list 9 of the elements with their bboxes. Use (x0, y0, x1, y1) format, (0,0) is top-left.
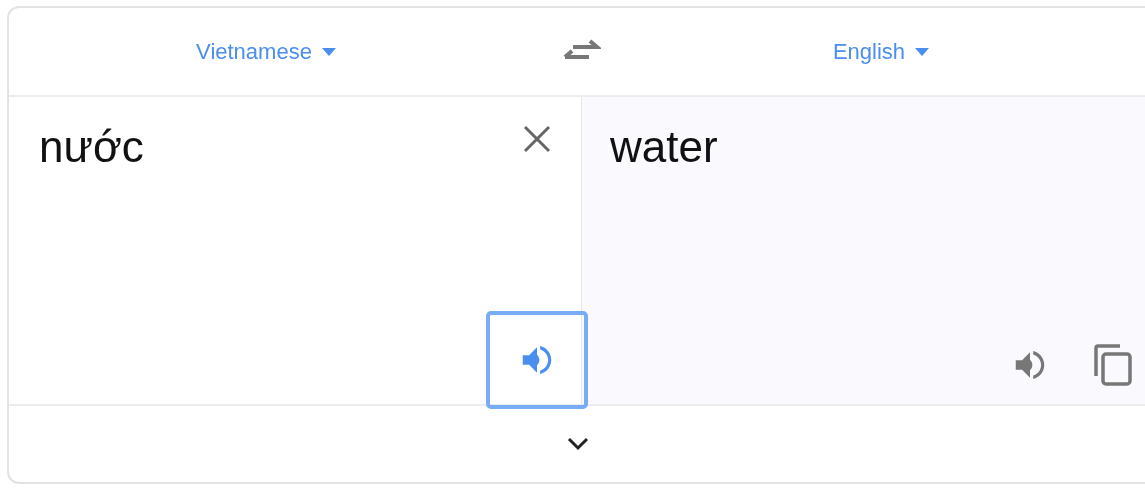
speaker-button[interactable] (486, 311, 588, 409)
target-language-dropdown[interactable]: English (826, 34, 936, 69)
copy-icon[interactable] (1093, 344, 1133, 386)
source-text: nước (38, 121, 144, 172)
source-language-dropdown[interactable]: Vietnamese (190, 34, 342, 69)
translated-text: water (609, 121, 718, 172)
caret-icon (915, 47, 930, 56)
chevron-down-icon[interactable] (567, 437, 589, 451)
caret-icon (321, 47, 336, 56)
